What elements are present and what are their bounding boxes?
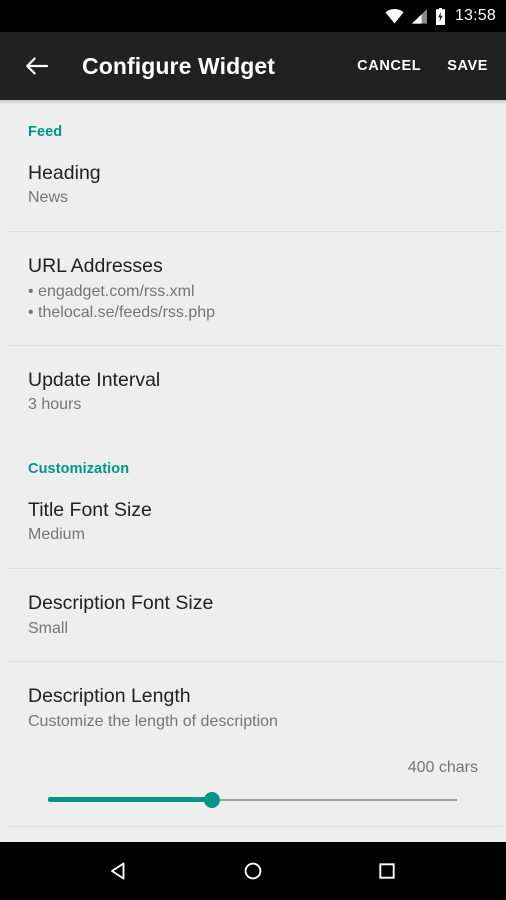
preference-title: Update Interval xyxy=(28,368,161,391)
slider-thumb[interactable] xyxy=(203,791,220,808)
list-divider xyxy=(8,825,502,827)
preference-summary: 3 hours xyxy=(28,396,82,414)
preference-title: Heading xyxy=(28,162,101,184)
preference-url-addresses[interactable]: URL Addresses • engadget.com/rss.xml • t… xyxy=(0,232,506,324)
description-length-slider[interactable] xyxy=(48,785,478,815)
page-title: Configure Widget xyxy=(82,52,276,79)
preference-title: Title Font Size xyxy=(28,499,152,522)
cancel-button[interactable]: CANCEL xyxy=(353,52,425,80)
arrow-left-icon xyxy=(26,57,49,75)
status-bar-clock: 13:58 xyxy=(454,7,496,24)
back-button[interactable] xyxy=(18,47,56,85)
preference-heading[interactable]: Heading News xyxy=(0,140,506,209)
save-button[interactable]: SAVE xyxy=(443,52,492,80)
url-list-item: • thelocal.se/feeds/rss.php xyxy=(28,304,216,322)
status-bar-icons xyxy=(385,7,446,25)
preference-title: Description Font Size xyxy=(28,592,214,615)
status-bar: 13:58 xyxy=(0,0,506,32)
preference-update-interval[interactable]: Update Interval 3 hours xyxy=(0,346,506,416)
preference-summary: Medium xyxy=(28,526,85,544)
app-toolbar: Configure Widget CANCEL SAVE xyxy=(0,32,506,100)
android-navigation-bar xyxy=(0,842,506,900)
preference-summary: Customize the length of description xyxy=(28,712,278,730)
nav-home-button[interactable] xyxy=(225,847,281,895)
cellular-signal-icon xyxy=(411,8,427,24)
battery-charging-icon xyxy=(435,7,445,25)
settings-list[interactable]: Feed Heading News URL Addresses • engadg… xyxy=(0,100,506,842)
preference-description-font-size[interactable]: Description Font Size Small xyxy=(0,569,506,639)
nav-back-button[interactable] xyxy=(91,847,147,895)
phone-screen: 13:58 Configure Widget CANCEL SAVE Feed … xyxy=(0,0,506,900)
url-list-item: • engadget.com/rss.xml xyxy=(28,282,195,300)
preference-summary: Small xyxy=(28,619,69,637)
slider-fill xyxy=(48,796,212,802)
slider-value-label: 400 chars xyxy=(407,758,478,776)
back-triangle-icon xyxy=(111,862,125,880)
preference-description-length[interactable]: Description Length Customize the length … xyxy=(0,662,506,732)
preference-title: URL Addresses xyxy=(28,255,163,278)
preference-summary: News xyxy=(28,189,69,207)
section-header-customization: Customization xyxy=(28,461,130,478)
home-circle-icon xyxy=(244,862,262,880)
url-list: • engadget.com/rss.xml • thelocal.se/fee… xyxy=(28,281,478,324)
wifi-icon xyxy=(385,8,404,23)
recents-square-icon xyxy=(379,863,395,879)
section-header-feed: Feed xyxy=(28,124,63,140)
nav-recents-button[interactable] xyxy=(359,847,415,895)
preference-title-font-size[interactable]: Title Font Size Medium xyxy=(0,477,506,546)
preference-title: Description Length xyxy=(28,685,191,708)
